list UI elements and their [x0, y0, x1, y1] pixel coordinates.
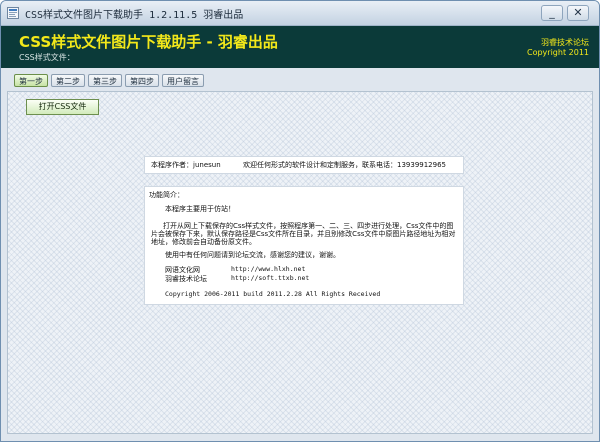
info-purpose: 本程序主要用于仿站！ [165, 205, 235, 213]
open-css-file-button[interactable]: 打开CSS文件 [26, 99, 99, 115]
window-title: CSS样式文件图片下载助手 1.2.11.5 羽睿出品 [25, 10, 244, 21]
tab-step-2[interactable]: 第二步 [51, 74, 85, 87]
css-file-label: CSS样式文件： [19, 53, 75, 62]
tab-user-message[interactable]: 用户留言 [162, 74, 204, 87]
step-tabs: 第一步 第二步 第三步 第四步 用户留言 [1, 69, 599, 91]
author-message: 欢迎任何形式的软件设计和定制服务，联系电话：13939912965 [243, 161, 446, 169]
tab-step-1[interactable]: 第一步 [14, 74, 48, 87]
link-label-2: 羽睿技术论坛 [165, 275, 207, 283]
header-banner: CSS样式文件图片下载助手 - 羽睿出品 CSS样式文件： 羽睿技术论坛 Cop… [1, 26, 599, 68]
info-label: 功能简介： [149, 191, 184, 199]
minimize-button[interactable]: _ [541, 5, 563, 21]
info-help: 使用中有任何问题请到论坛交流，感谢您的建议，谢谢。 [165, 251, 340, 259]
banner-copyright: Copyright 2011 [527, 48, 589, 57]
close-button[interactable]: ✕ [567, 5, 589, 21]
tab-step-3[interactable]: 第三步 [88, 74, 122, 87]
info-box: 功能简介： 本程序主要用于仿站！ 打开从网上下载保存的Css样式文件，按照程序第… [144, 186, 464, 305]
info-description: 打开从网上下载保存的Css样式文件，按照程序第一、二、三、四步进行处理，Css文… [151, 222, 457, 246]
author-box: 本程序作者：junesun 欢迎任何形式的软件设计和定制服务，联系电话：1393… [144, 156, 464, 174]
close-icon: ✕ [573, 6, 583, 19]
link-url-2[interactable]: http://soft.ttxb.net [231, 274, 309, 282]
info-description-text: 打开从网上下载保存的Css样式文件，按照程序第一、二、三、四步进行处理，Css文… [151, 222, 456, 246]
forum-name: 羽睿技术论坛 [541, 38, 589, 47]
title-bar[interactable]: CSS样式文件图片下载助手 1.2.11.5 羽睿出品 _ ✕ [1, 1, 599, 26]
app-window: CSS样式文件图片下载助手 1.2.11.5 羽睿出品 _ ✕ CSS样式文件图… [0, 0, 600, 442]
banner-forum-info: 羽睿技术论坛 Copyright 2011 [527, 38, 589, 58]
link-url-1[interactable]: http://www.hlxh.net [231, 265, 305, 273]
tab-step-4[interactable]: 第四步 [125, 74, 159, 87]
author-name: 本程序作者：junesun [151, 161, 221, 169]
banner-title: CSS样式文件图片下载助手 - 羽睿出品 [19, 33, 278, 51]
step-panel: 打开CSS文件 本程序作者：junesun 欢迎任何形式的软件设计和定制服务，联… [7, 91, 593, 434]
info-copyright: Copyright 2006-2011 build 2011.2.28 All … [165, 290, 381, 298]
minimize-icon: _ [549, 6, 555, 19]
app-icon [7, 7, 19, 19]
